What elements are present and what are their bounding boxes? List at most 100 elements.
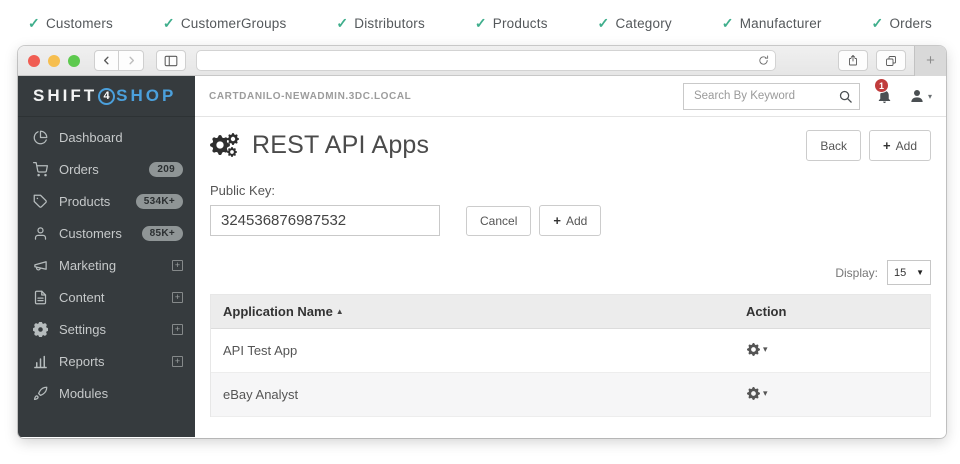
sidebar-item-label: Marketing [59, 258, 116, 273]
column-header-action: Action [734, 295, 930, 328]
expand-plus-icon[interactable]: + [172, 324, 183, 335]
sidebar-item-products[interactable]: Products 534K+ [18, 185, 195, 217]
reload-icon [758, 55, 769, 66]
admin-app: SHIFT 4 SHOP Dashboard Orders 209 [18, 76, 946, 437]
browser-window: + SHIFT 4 SHOP Dashboard [18, 46, 946, 438]
sidebar-item-reports[interactable]: Reports + [18, 345, 195, 377]
public-key-label: Public Key: [210, 183, 931, 198]
sort-asc-icon: ▲ [336, 307, 344, 316]
status-item-orders: ✓Orders [872, 15, 932, 32]
search-icon[interactable] [838, 89, 853, 104]
minimize-window-button[interactable] [48, 55, 60, 67]
status-item-distributors: ✓Distributors [336, 15, 425, 32]
expand-plus-icon[interactable]: + [172, 356, 183, 367]
status-item-products: ✓Products [475, 15, 548, 32]
back-nav-button[interactable] [94, 50, 119, 71]
sidebar-item-modules[interactable]: Modules [18, 377, 195, 409]
check-icon: ✓ [336, 15, 348, 32]
new-tab-button[interactable]: + [914, 46, 946, 76]
gear-icon [747, 387, 760, 400]
plus-icon: + [926, 52, 935, 69]
expand-plus-icon[interactable]: + [172, 260, 183, 271]
expand-plus-icon[interactable]: + [172, 292, 183, 303]
address-input[interactable] [197, 51, 751, 70]
breadcrumb: CARTDANILO-NEWADMIN.3DC.LOCAL [209, 91, 411, 102]
zoom-window-button[interactable] [68, 55, 80, 67]
check-icon: ✓ [722, 15, 734, 32]
sidebar-toggle-icon [164, 55, 178, 67]
rocket-icon [32, 385, 48, 401]
sidebar-item-settings[interactable]: Settings + [18, 313, 195, 345]
sidebar-item-orders[interactable]: Orders 209 [18, 153, 195, 185]
nav-buttons [94, 50, 144, 71]
public-key-input[interactable] [210, 205, 440, 236]
page-title-row: REST API Apps Back +Add [210, 130, 931, 161]
form-add-button[interactable]: + Add [539, 205, 601, 236]
chevron-left-icon [101, 55, 112, 66]
forward-nav-button[interactable] [119, 50, 144, 71]
sidebar-menu: Dashboard Orders 209 Products 534K+ [18, 117, 195, 409]
sidebar-item-label: Content [59, 290, 105, 305]
sidebar-toggle-button[interactable] [156, 50, 186, 71]
check-icon: ✓ [28, 15, 40, 32]
logo-four-badge: 4 [98, 88, 115, 105]
status-item-customergroups: ✓CustomerGroups [163, 15, 287, 32]
cancel-button[interactable]: Cancel [466, 206, 531, 236]
column-header-label: Application Name [223, 304, 333, 319]
dashboard-icon [32, 129, 48, 145]
orders-count-badge: 209 [149, 162, 183, 177]
status-item-label: Manufacturer [740, 16, 822, 31]
form-add-button-label: Add [566, 214, 587, 228]
cart-icon [32, 161, 48, 177]
products-count-badge: 534K+ [136, 194, 183, 209]
status-item-label: CustomerGroups [181, 16, 287, 31]
share-button[interactable] [838, 50, 868, 71]
shift4shop-logo[interactable]: SHIFT 4 SHOP [18, 76, 195, 117]
plus-icon: + [883, 138, 891, 153]
keyword-search-box[interactable] [683, 83, 860, 110]
status-item-manufacturer: ✓ Manufacturer [722, 15, 822, 32]
table-row: eBay Analyst ▾ [211, 373, 930, 417]
display-count-select[interactable]: 15 ▼ [887, 260, 931, 285]
add-button[interactable]: +Add [869, 130, 931, 161]
check-icon: ✓ [475, 15, 487, 32]
public-key-form: Cancel + Add [210, 205, 931, 236]
user-menu-button[interactable]: ▾ [909, 88, 932, 104]
tabs-overview-button[interactable] [876, 50, 906, 71]
tag-icon [32, 193, 48, 209]
plus-icon: + [553, 213, 561, 228]
row-action-menu-button[interactable]: ▾ [747, 343, 768, 356]
page-title: REST API Apps [252, 131, 429, 160]
sidebar-item-marketing[interactable]: Marketing + [18, 249, 195, 281]
notification-count-badge: 1 [874, 78, 889, 93]
column-header-application-name[interactable]: Application Name▲ [211, 295, 734, 328]
sidebar-item-label: Reports [59, 354, 105, 369]
row-action-menu-button[interactable]: ▾ [747, 387, 768, 400]
display-controls: Display: 15 ▼ [210, 260, 931, 285]
export-status-bar: ✓Customers ✓CustomerGroups ✓Distributors… [0, 0, 960, 46]
address-bar[interactable] [196, 50, 776, 71]
tabs-icon [885, 55, 897, 67]
display-count-value: 15 [894, 267, 906, 279]
notifications-button[interactable]: 1 [876, 87, 893, 105]
megaphone-icon [32, 257, 48, 273]
back-button[interactable]: Back [806, 130, 861, 161]
status-item-label: Customers [46, 16, 113, 31]
sidebar-item-content[interactable]: Content + [18, 281, 195, 313]
caret-down-icon: ▾ [763, 388, 768, 399]
sidebar: SHIFT 4 SHOP Dashboard Orders 209 [18, 76, 195, 437]
chevron-down-icon: ▾ [928, 92, 932, 101]
traffic-lights [28, 55, 80, 67]
sidebar-item-customers[interactable]: Customers 85K+ [18, 217, 195, 249]
table-header-row: Application Name▲ Action [211, 295, 930, 329]
reload-button[interactable] [751, 55, 775, 66]
sidebar-item-dashboard[interactable]: Dashboard [18, 121, 195, 153]
sidebar-item-label: Dashboard [59, 130, 123, 145]
app-name-cell: API Test App [211, 343, 734, 358]
close-window-button[interactable] [28, 55, 40, 67]
sidebar-item-label: Products [59, 194, 110, 209]
gear-icon [747, 343, 760, 356]
search-input[interactable] [694, 90, 838, 102]
logo-text-shop: SHOP [116, 86, 176, 106]
caret-down-icon: ▼ [916, 268, 924, 277]
